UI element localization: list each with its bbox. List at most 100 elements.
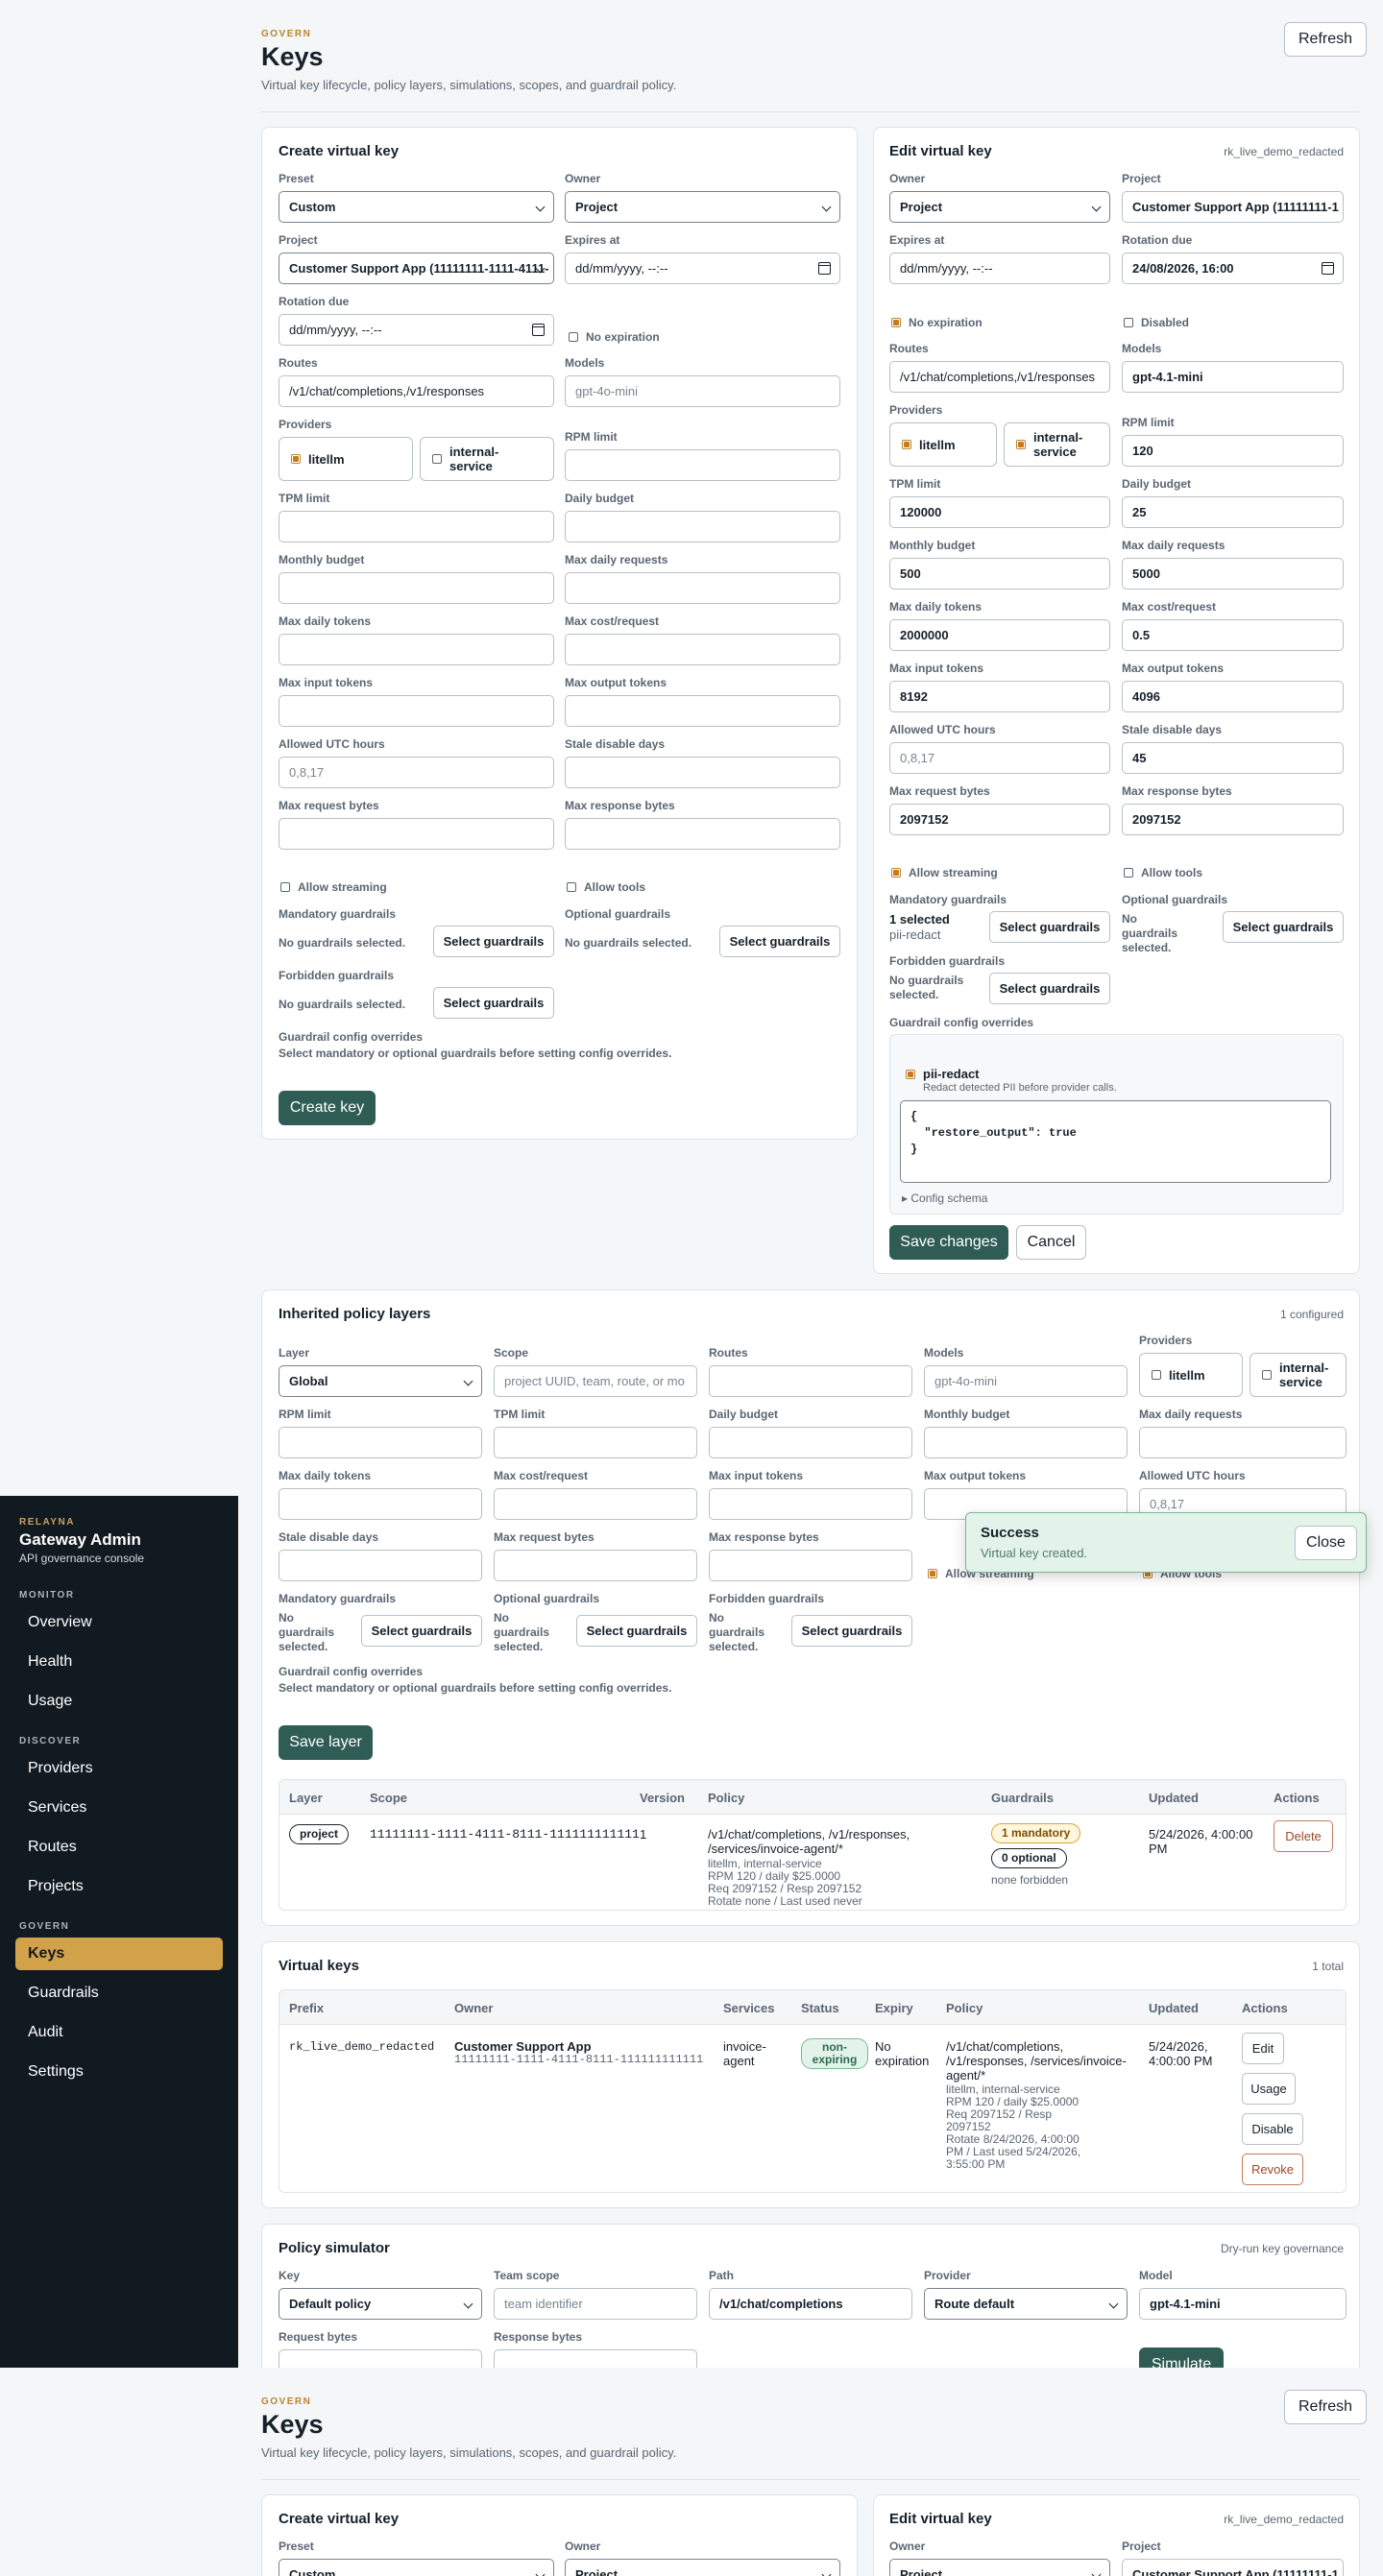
resp-bytes-input[interactable]: [565, 818, 840, 850]
override-pii-checkbox[interactable]: pii-redact: [906, 1067, 980, 1081]
layer-routes-input[interactable]: [709, 1365, 912, 1397]
repeated-refresh-button[interactable]: Refresh: [1284, 2390, 1368, 2424]
delete-layer-button[interactable]: Delete: [1274, 1820, 1333, 1852]
sidebar-item-services[interactable]: Services: [15, 1792, 223, 1824]
layer-forbidden-select-button[interactable]: Select guardrails: [791, 1615, 912, 1647]
checkbox-icon[interactable]: [569, 332, 578, 342]
edit-allow-streaming-checkbox[interactable]: Allow streaming: [891, 866, 998, 879]
layer-resp-bytes-input[interactable]: [709, 1550, 912, 1581]
layer-max-cost-input[interactable]: [494, 1488, 697, 1520]
checkbox-checked-icon[interactable]: [906, 1069, 915, 1079]
toast-close-button[interactable]: Close: [1295, 1526, 1357, 1560]
layer-optional-select-button[interactable]: Select guardrails: [576, 1615, 697, 1647]
stale-input[interactable]: [565, 757, 840, 788]
edit-owner-select[interactable]: Project: [889, 191, 1110, 223]
layer-mandatory-select-button[interactable]: Select guardrails: [361, 1615, 482, 1647]
edit-project-input[interactable]: Customer Support App (11111111-1: [1122, 191, 1344, 223]
utc-input[interactable]: 0,8,17: [279, 757, 554, 788]
max-cost-input[interactable]: [565, 634, 840, 665]
checkbox-checked-icon[interactable]: [291, 454, 301, 464]
save-changes-button[interactable]: Save changes: [889, 1225, 1008, 1260]
layer-stale-input[interactable]: [279, 1550, 482, 1581]
repeated-preset-select[interactable]: Custom: [279, 2559, 554, 2576]
checkbox-icon[interactable]: [432, 454, 442, 464]
repeated-owner-select[interactable]: Project: [565, 2559, 840, 2576]
edit-tpm-input[interactable]: 120000: [889, 496, 1110, 528]
layer-select[interactable]: Global: [279, 1365, 482, 1397]
rotation-input[interactable]: dd/mm/yyyy, --:--: [279, 314, 554, 346]
checkbox-checked-icon[interactable]: [928, 1569, 937, 1578]
layer-max-daily-requests-input[interactable]: [1139, 1427, 1347, 1458]
max-input-input[interactable]: [279, 695, 554, 727]
max-output-input[interactable]: [565, 695, 840, 727]
preset-select[interactable]: Custom: [279, 191, 554, 223]
checkbox-icon[interactable]: [280, 882, 290, 892]
checkbox-icon[interactable]: [567, 882, 576, 892]
edit-max-input-input[interactable]: 8192: [889, 681, 1110, 712]
checkbox-checked-icon[interactable]: [891, 868, 901, 878]
checkbox-checked-icon[interactable]: [1016, 440, 1026, 449]
layer-models-input[interactable]: gpt-4o-mini: [924, 1365, 1128, 1397]
layer-provider-litellm[interactable]: litellm: [1139, 1353, 1243, 1397]
mandatory-select-button[interactable]: Select guardrails: [433, 926, 554, 957]
checkbox-icon[interactable]: [1262, 1370, 1272, 1380]
edit-routes-input[interactable]: /v1/chat/completions,/v1/responses: [889, 361, 1110, 393]
sidebar-item-providers[interactable]: Providers: [15, 1752, 223, 1785]
checkbox-checked-icon[interactable]: [891, 318, 901, 327]
daily-budget-input[interactable]: [565, 511, 840, 542]
sim-key-select[interactable]: Default policy: [279, 2288, 482, 2320]
sidebar-item-health[interactable]: Health: [15, 1646, 223, 1678]
sim-provider-select[interactable]: Route default: [924, 2288, 1128, 2320]
checkbox-icon[interactable]: [1124, 868, 1133, 878]
layer-max-daily-tokens-input[interactable]: [279, 1488, 482, 1520]
sidebar-item-guardrails[interactable]: Guardrails: [15, 1977, 223, 2010]
calendar-icon[interactable]: [532, 324, 545, 336]
checkbox-icon[interactable]: [1152, 1370, 1161, 1380]
usage-key-button[interactable]: Usage: [1242, 2073, 1296, 2105]
edit-rpm-input[interactable]: 120: [1122, 435, 1344, 467]
expires-input[interactable]: dd/mm/yyyy, --:--: [565, 253, 840, 284]
revoke-key-button[interactable]: Revoke: [1242, 2154, 1303, 2185]
edit-monthly-budget-input[interactable]: 500: [889, 558, 1110, 590]
optional-select-button[interactable]: Select guardrails: [719, 926, 840, 957]
sim-team-input[interactable]: team identifier: [494, 2288, 697, 2320]
allow-streaming-checkbox[interactable]: Allow streaming: [280, 880, 387, 894]
checkbox-checked-icon[interactable]: [902, 440, 911, 449]
edit-provider-litellm[interactable]: litellm: [889, 422, 997, 467]
calendar-icon[interactable]: [1322, 262, 1334, 275]
rpm-input[interactable]: [565, 449, 840, 481]
max-daily-tokens-input[interactable]: [279, 634, 554, 665]
edit-expires-input[interactable]: dd/mm/yyyy, --:--: [889, 253, 1110, 284]
create-key-button[interactable]: Create key: [279, 1091, 376, 1125]
layer-req-bytes-input[interactable]: [494, 1550, 697, 1581]
owner-select[interactable]: Project: [565, 191, 840, 223]
provider-internal-service[interactable]: internal-service: [420, 437, 554, 481]
req-bytes-input[interactable]: [279, 818, 554, 850]
sidebar-item-audit[interactable]: Audit: [15, 2016, 223, 2049]
edit-no-expiration-checkbox[interactable]: No expiration: [891, 316, 983, 329]
config-schema-toggle[interactable]: ▸ Config schema: [902, 1192, 987, 1206]
edit-optional-select-button[interactable]: Select guardrails: [1223, 911, 1344, 943]
edit-max-daily-tokens-input[interactable]: 2000000: [889, 619, 1110, 651]
models-input[interactable]: gpt-4o-mini: [565, 375, 840, 407]
edit-max-daily-requests-input[interactable]: 5000: [1122, 558, 1344, 590]
forbidden-select-button[interactable]: Select guardrails: [433, 987, 554, 1019]
sim-model-input[interactable]: gpt-4.1-mini: [1139, 2288, 1347, 2320]
tpm-input[interactable]: [279, 511, 554, 542]
edit-daily-budget-input[interactable]: 25: [1122, 496, 1344, 528]
layer-tpm-input[interactable]: [494, 1427, 697, 1458]
layer-max-input-input[interactable]: [709, 1488, 912, 1520]
edit-req-bytes-input[interactable]: 2097152: [889, 804, 1110, 835]
edit-rotation-input[interactable]: 24/08/2026, 16:00: [1122, 253, 1344, 284]
routes-input[interactable]: /v1/chat/completions,/v1/responses: [279, 375, 554, 407]
calendar-icon[interactable]: [818, 262, 831, 275]
sidebar-item-settings[interactable]: Settings: [15, 2056, 223, 2088]
edit-key-button[interactable]: Edit: [1242, 2033, 1284, 2064]
layer-monthly-budget-input[interactable]: [924, 1427, 1128, 1458]
edit-utc-input[interactable]: 0,8,17: [889, 742, 1110, 774]
refresh-button[interactable]: Refresh: [1284, 22, 1368, 57]
sidebar-item-overview[interactable]: Overview: [15, 1606, 223, 1639]
edit-disabled-checkbox[interactable]: Disabled: [1124, 316, 1189, 329]
repeated-edit-owner-select[interactable]: Project: [889, 2559, 1110, 2576]
project-select[interactable]: Customer Support App (11111111-1111-4111…: [279, 253, 554, 284]
